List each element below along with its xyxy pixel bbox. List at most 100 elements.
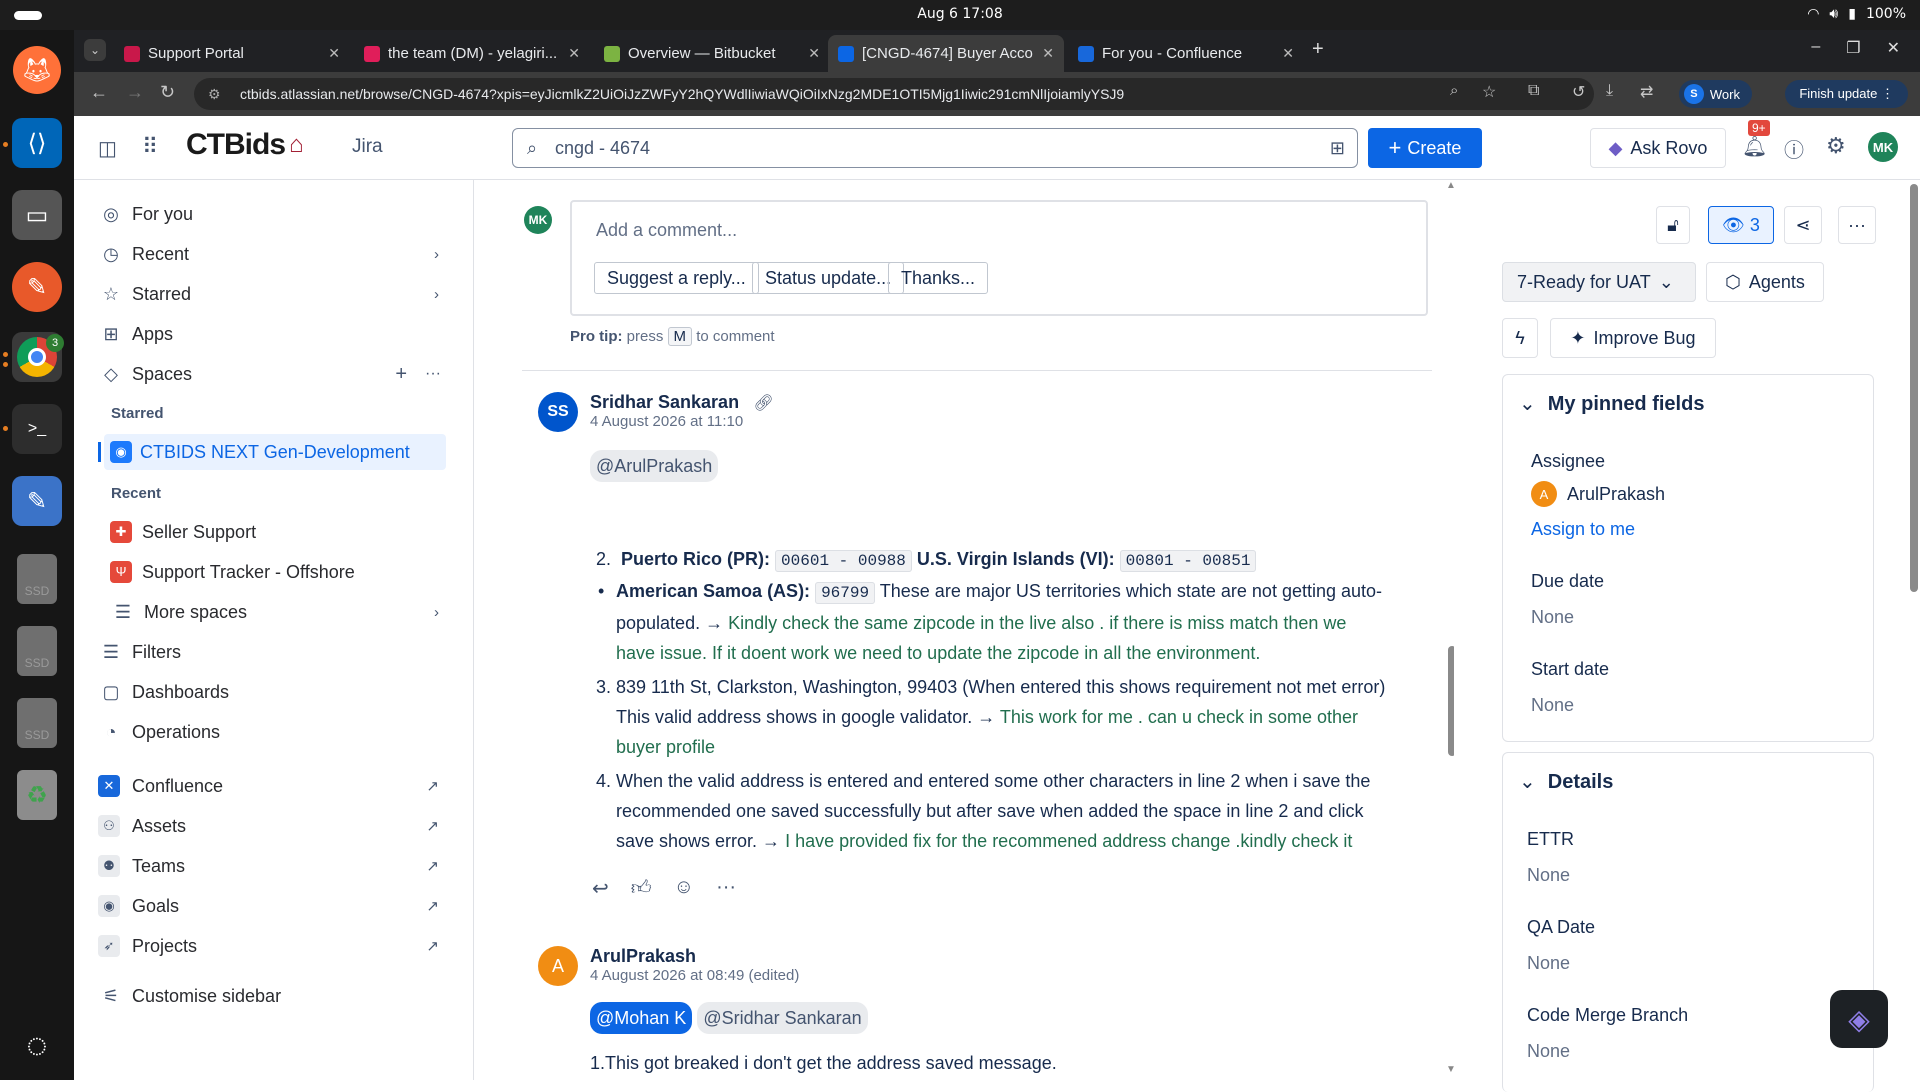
qa-date-value[interactable]: None xyxy=(1527,953,1570,974)
url-bar[interactable]: ⚙ ctbids.atlassian.net/browse/CNGD-4674?… xyxy=(194,78,1594,110)
finish-update-button[interactable]: Finish update ⋮ xyxy=(1785,80,1908,108)
close-tab-icon[interactable]: ✕ xyxy=(1282,45,1294,62)
details-scrollbar[interactable] xyxy=(1910,184,1918,592)
mention-sridhar-sankaran[interactable]: @Sridhar Sankaran xyxy=(697,1002,868,1034)
bookmark-star-icon[interactable]: ☆ xyxy=(1482,82,1496,102)
sidebar-app-goals[interactable]: ◉ Goals ↗ xyxy=(98,888,453,924)
sidebar-item-spaces[interactable]: ◇ Spaces + ··· xyxy=(98,356,453,392)
text-editor-icon[interactable]: ✎ xyxy=(12,476,62,526)
sidebar-item-filters[interactable]: ☰ Filters xyxy=(98,634,453,670)
share-button[interactable]: ⋖ xyxy=(1784,206,1822,244)
due-date-value[interactable]: None xyxy=(1531,607,1574,628)
tab-slack-dm[interactable]: the team (DM) - yelagiri... ✕ xyxy=(354,35,590,72)
assign-to-me-link[interactable]: Assign to me xyxy=(1531,519,1635,540)
sidebar-app-confluence[interactable]: ✕ Confluence ↗ xyxy=(98,768,453,804)
sidebar-item-operations[interactable]: ◔ Operations xyxy=(98,714,453,750)
comment-editor[interactable]: Add a comment... Suggest a reply... Stat… xyxy=(570,200,1428,316)
add-space-icon[interactable]: + xyxy=(395,363,407,386)
thanks-chip[interactable]: Thanks... xyxy=(888,262,989,294)
mention-arulprakash[interactable]: @ArulPrakash xyxy=(590,450,719,482)
sidebar-space-ctbids-next[interactable]: ◉ CTBIDS NEXT Gen-Development xyxy=(98,434,446,470)
assignee-field[interactable]: A ArulPrakash xyxy=(1531,481,1665,507)
user-avatar[interactable]: MK xyxy=(1868,132,1898,162)
profile-button[interactable]: S Work xyxy=(1678,80,1752,108)
sidebar-app-assets[interactable]: ⚇ Assets ↗ xyxy=(98,808,453,844)
settings-gear-icon[interactable]: ⚙ xyxy=(1826,133,1846,159)
scroll-down-arrow[interactable]: ▼ xyxy=(1446,1064,1454,1075)
new-tab-icon[interactable]: + xyxy=(1312,38,1324,61)
sidebar-item-starred[interactable]: ☆ Starred › xyxy=(98,276,453,312)
create-button[interactable]: + Create xyxy=(1368,128,1482,168)
close-tab-icon[interactable]: ✕ xyxy=(808,45,820,62)
sidebar-item-recent[interactable]: ◷ Recent › xyxy=(98,236,453,272)
comment-date[interactable]: 4 August 2026 at 11:10 xyxy=(590,413,774,430)
system-tray[interactable]: ◠ 🔊︎ ▮ 100% xyxy=(1807,6,1906,22)
thumbs-up-icon[interactable]: 👍︎ xyxy=(631,876,652,901)
ettr-value[interactable]: None xyxy=(1527,865,1570,886)
suggest-reply-chip[interactable]: Suggest a reply... xyxy=(594,262,759,294)
code-merge-branch-value[interactable]: None xyxy=(1527,1041,1570,1062)
status-update-chip[interactable]: Status update... xyxy=(752,262,905,294)
pinned-fields-toggle[interactable]: ⌄ My pinned fields xyxy=(1519,391,1704,416)
tab-search-icon[interactable]: ⌄ xyxy=(84,39,106,61)
link-icon[interactable]: 🔗︎ xyxy=(754,395,774,412)
sidebar-space-seller-support[interactable]: ✚ Seller Support xyxy=(110,514,465,550)
history-icon[interactable]: ↺ xyxy=(1572,82,1585,102)
terminal-icon[interactable]: >_ xyxy=(12,404,62,454)
sidebar-space-support-tracker[interactable]: Ψ Support Tracker - Offshore xyxy=(110,554,465,590)
sidebar-item-dashboards[interactable]: ▢ Dashboards xyxy=(98,674,453,710)
tab-support-portal[interactable]: Support Portal ✕ xyxy=(114,35,350,72)
filter-icon[interactable]: ⊞ xyxy=(1330,129,1345,167)
app-switcher-icon[interactable]: ⠿ xyxy=(142,134,158,160)
extensions-icon[interactable]: ⧉ xyxy=(1528,82,1539,100)
lock-button[interactable]: 🔓︎ xyxy=(1656,206,1690,244)
tab-confluence[interactable]: For you - Confluence ✕ xyxy=(1068,35,1304,72)
sidebar-more-spaces[interactable]: ☰ More spaces › xyxy=(110,594,465,630)
reload-icon[interactable]: ↻ xyxy=(160,82,175,103)
commenter-avatar[interactable]: A xyxy=(538,946,578,986)
translate-icon[interactable]: ⇄ xyxy=(1640,82,1653,102)
back-icon[interactable]: ← xyxy=(90,82,108,103)
ask-rovo-button[interactable]: ◆ Ask Rovo xyxy=(1590,128,1726,168)
maximize-icon[interactable]: ❐ xyxy=(1846,38,1860,58)
zoom-icon[interactable]: ⌕ xyxy=(1450,82,1458,99)
site-info-icon[interactable]: ⚙ xyxy=(208,78,221,110)
add-reaction-icon[interactable]: ☺ xyxy=(674,876,694,901)
trash-icon[interactable]: ♻ xyxy=(17,770,57,820)
show-apps-icon[interactable]: ◌ xyxy=(12,1020,62,1070)
search-input[interactable]: ⌕ cngd - 4674 ⊞ xyxy=(512,128,1358,168)
firefox-icon[interactable]: 🦊︎ xyxy=(13,46,61,94)
sidebar-item-apps[interactable]: ⊞ Apps xyxy=(98,316,453,352)
brand-logo[interactable]: CTBids ⌂ xyxy=(186,128,304,162)
details-toggle[interactable]: ⌄ Details xyxy=(1519,769,1613,794)
minimize-icon[interactable]: – xyxy=(1811,38,1820,58)
more-actions-button[interactable]: ··· xyxy=(1838,206,1876,244)
comment-author[interactable]: Sridhar Sankaran xyxy=(590,392,739,412)
scroll-up-arrow[interactable]: ▲ xyxy=(1446,180,1454,191)
sidebar-toggle-icon[interactable]: ◫ xyxy=(98,136,117,161)
comment-date[interactable]: 4 August 2026 at 08:49 (edited) xyxy=(590,967,799,984)
customise-sidebar-button[interactable]: ⚟ Customise sidebar xyxy=(98,978,453,1014)
agents-button[interactable]: ⬡ Agents xyxy=(1706,262,1824,302)
postman-icon[interactable]: ✎ xyxy=(12,262,62,312)
rovo-chat-button[interactable]: ◈ xyxy=(1830,990,1888,1048)
sidebar-app-teams[interactable]: ⚉ Teams ↗ xyxy=(98,848,453,884)
start-date-value[interactable]: None xyxy=(1531,695,1574,716)
forward-icon[interactable]: → xyxy=(126,82,144,103)
help-icon[interactable]: ⓘ xyxy=(1784,134,1804,163)
close-window-icon[interactable]: ✕ xyxy=(1887,38,1900,58)
reply-icon[interactable]: ↩ xyxy=(592,876,609,901)
more-actions-icon[interactable]: ··· xyxy=(425,365,441,383)
close-tab-icon[interactable]: ✕ xyxy=(1042,45,1054,62)
close-tab-icon[interactable]: ✕ xyxy=(328,45,340,62)
status-dropdown[interactable]: 7-Ready for UAT ⌄ xyxy=(1502,262,1696,302)
ssd-drive-icon[interactable]: SSD xyxy=(17,554,57,604)
notifications-icon[interactable]: 🔔︎ xyxy=(1742,134,1767,159)
sidebar-app-projects[interactable]: ➶ Projects ↗ xyxy=(98,928,453,964)
commenter-avatar[interactable]: SS xyxy=(538,392,578,432)
download-icon[interactable]: ⤓ xyxy=(1606,82,1613,100)
close-tab-icon[interactable]: ✕ xyxy=(568,45,580,62)
ssd-drive-icon[interactable]: SSD xyxy=(17,698,57,748)
files-icon[interactable]: ▭ xyxy=(12,190,62,240)
vscode-icon[interactable]: ⟨⟩ xyxy=(12,118,62,168)
